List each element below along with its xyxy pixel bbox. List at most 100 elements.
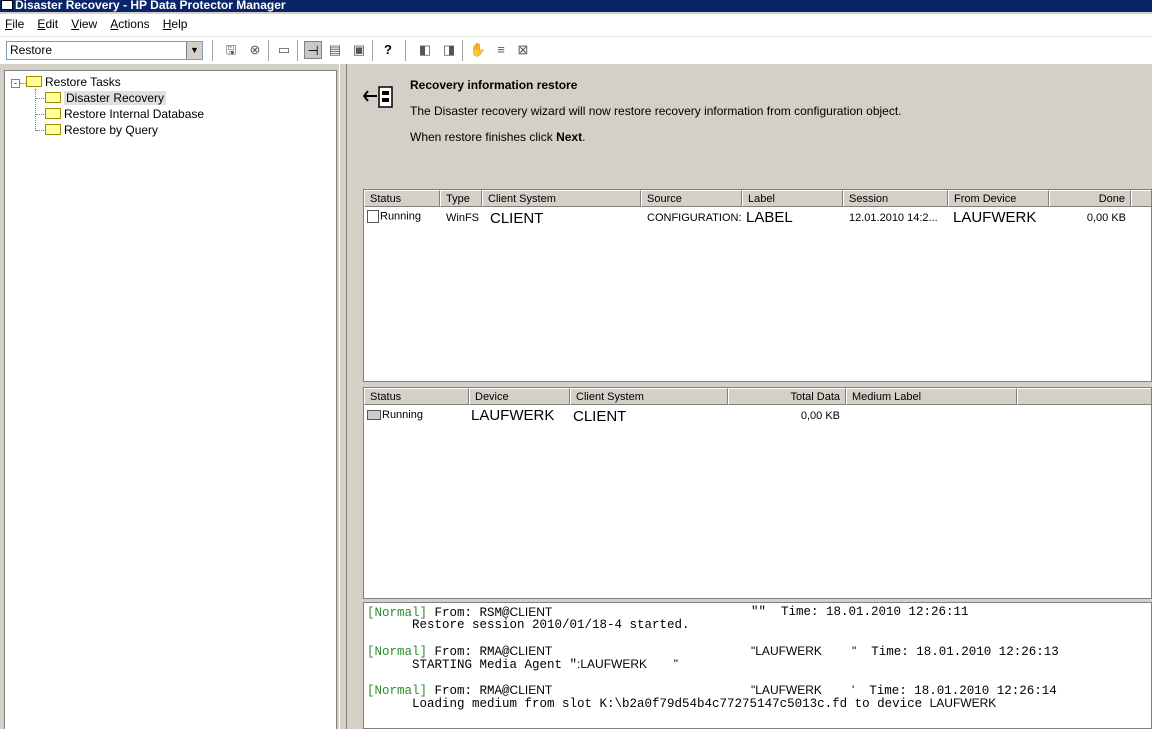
column-header-filler — [1017, 388, 1151, 405]
window-title: Disaster Recovery - HP Data Protector Ma… — [15, 0, 286, 12]
toolbar-separator — [372, 40, 376, 61]
log-agent: "" — [751, 605, 767, 619]
chevron-down-icon[interactable]: ▼ — [186, 42, 202, 59]
app-icon — [1, 0, 13, 10]
column-header-medium-label[interactable]: Medium Label — [846, 388, 1017, 405]
log-client: CLIENT — [509, 683, 553, 697]
toolbar-separator — [297, 40, 301, 61]
pane-splitter[interactable] — [339, 64, 347, 729]
column-header-client-system[interactable]: Client System — [570, 388, 728, 405]
wizard-next-suffix: . — [582, 130, 586, 144]
menu-help-rest: elp — [171, 17, 188, 31]
menu-edit[interactable]: Edit — [32, 14, 63, 31]
menu-view-key: V — [71, 17, 80, 31]
window-icon[interactable]: ▭ — [275, 41, 293, 59]
context-list-select[interactable]: Restore ▼ — [6, 41, 203, 60]
properties-icon[interactable]: ▣ — [350, 41, 368, 59]
hand-icon[interactable]: ✋ — [469, 41, 487, 59]
collapse-icon[interactable]: - — [11, 79, 20, 88]
start-session-icon[interactable]: 🖫 — [222, 41, 240, 59]
tree-connector — [36, 114, 44, 115]
column-header-source[interactable]: Source — [641, 190, 742, 207]
log-client: CLIENT — [509, 644, 553, 658]
restore-arrow-svg — [362, 86, 393, 108]
menu-bar: File Edit View Actions Help — [0, 14, 1152, 37]
folder-icon — [45, 92, 61, 104]
status-cell: Running — [367, 210, 421, 223]
menu-view-rest: iew — [79, 17, 98, 31]
client-cell: CLIENT — [573, 408, 627, 425]
wizard-next-hint: When restore finishes click Next. — [410, 130, 585, 144]
column-header-status[interactable]: Status — [364, 388, 469, 405]
help-icon[interactable]: ? — [379, 41, 397, 59]
log-message: Loading medium from slot K:\b2a0f79d54b4… — [367, 696, 996, 711]
status-cell: Running — [367, 409, 423, 421]
disconnect-icon[interactable]: ⊠ — [514, 41, 532, 59]
tree-item-restore-by-query[interactable]: Restore by Query — [45, 123, 158, 138]
next-icon[interactable]: ◨ — [440, 41, 458, 59]
tree-item-label: Restore Tasks — [45, 75, 121, 89]
column-header-client-system[interactable]: Client System — [482, 190, 641, 207]
client-cell: CLIENT — [490, 210, 544, 227]
tree-connector — [36, 98, 44, 99]
menu-edit-rest: dit — [45, 17, 59, 31]
column-header-session[interactable]: Session — [843, 190, 948, 207]
log-line-meta: "" Time: 18.01.2010 12:26:11 — [751, 605, 969, 619]
menu-help-key: H — [162, 17, 172, 31]
previous-icon[interactable]: ◧ — [416, 41, 434, 59]
log-message-text: STARTING Media Agent " — [367, 658, 578, 672]
log-line-meta: "LAUFWERK " Time: 18.01.2010 12:26:13 — [751, 644, 1059, 659]
title-bar: Disaster Recovery - HP Data Protector Ma… — [0, 0, 1152, 12]
log-message-device: LAUFWERK — [929, 696, 997, 710]
done-cell: 0,00 KB — [1086, 212, 1126, 224]
source-cell: CONFIGURATION: — [647, 212, 742, 224]
menu-file-key: F — [5, 17, 13, 31]
device-cell: LAUFWERK — [471, 407, 555, 424]
menu-edit-key: E — [37, 17, 46, 31]
session-cell: 12.01.2010 14:2... — [849, 212, 938, 224]
toolbar-separator — [268, 40, 272, 61]
column-header-type[interactable]: Type — [440, 190, 482, 207]
tree-item-disaster-recovery[interactable]: Disaster Recovery — [45, 91, 167, 106]
folder-icon — [45, 108, 61, 120]
log-message-device: :LAUFWERK " — [577, 657, 678, 671]
log-agent: "LAUFWERK ' — [751, 683, 855, 697]
toolbar-separator — [212, 40, 216, 61]
wizard-title: Recovery information restore — [410, 78, 578, 92]
column-header-filler — [1131, 190, 1151, 207]
list-view-icon[interactable]: ▤ — [326, 41, 344, 59]
abort-icon[interactable]: ⊗ — [246, 41, 264, 59]
wizard-next-prefix: When restore finishes click — [410, 130, 557, 144]
objects-list: Status Type Client System Source Label S… — [363, 189, 1152, 382]
column-header-device[interactable]: Device — [469, 388, 570, 405]
column-header-label[interactable]: Label — [742, 190, 843, 207]
status-text: Running — [382, 409, 423, 421]
log-agent: "LAUFWERK " — [751, 644, 857, 658]
pin-icon[interactable]: ⊣ — [304, 41, 322, 59]
report-icon[interactable]: ≡ — [492, 41, 510, 59]
type-cell: WinFS — [446, 212, 479, 224]
menu-help[interactable]: Help — [158, 14, 193, 31]
column-header-from-device[interactable]: From Device — [948, 190, 1049, 207]
column-header-status[interactable]: Status — [364, 190, 440, 207]
tree-item-label: Restore by Query — [64, 123, 159, 137]
menu-actions[interactable]: Actions — [105, 14, 154, 31]
log-message: Restore session 2010/01/18-4 started. — [367, 618, 690, 632]
context-list-value: Restore — [10, 43, 53, 57]
tree-item-label: Disaster Recovery — [64, 91, 167, 105]
column-header-done[interactable]: Done — [1049, 190, 1131, 207]
status-text: Running — [380, 210, 421, 223]
tree-item-restore-internal-database[interactable]: Restore Internal Database — [45, 107, 204, 122]
log-message-text: Loading medium from slot K:\b2a0f79d54b4… — [367, 697, 930, 711]
menu-view[interactable]: View — [66, 14, 102, 31]
tree-item-restore-tasks[interactable]: Restore Tasks — [26, 75, 121, 90]
object-icon — [367, 210, 379, 223]
menu-file[interactable]: File — [0, 14, 29, 31]
toolbar-separator — [405, 40, 409, 61]
wizard-description: The Disaster recovery wizard will now re… — [410, 104, 902, 118]
log-client: CLIENT — [509, 605, 553, 619]
device-icon — [367, 410, 381, 421]
devices-list: Status Device Client System Total Data M… — [363, 387, 1152, 599]
column-header-total-data[interactable]: Total Data — [728, 388, 846, 405]
wizard-next-bold: Next — [556, 130, 583, 144]
